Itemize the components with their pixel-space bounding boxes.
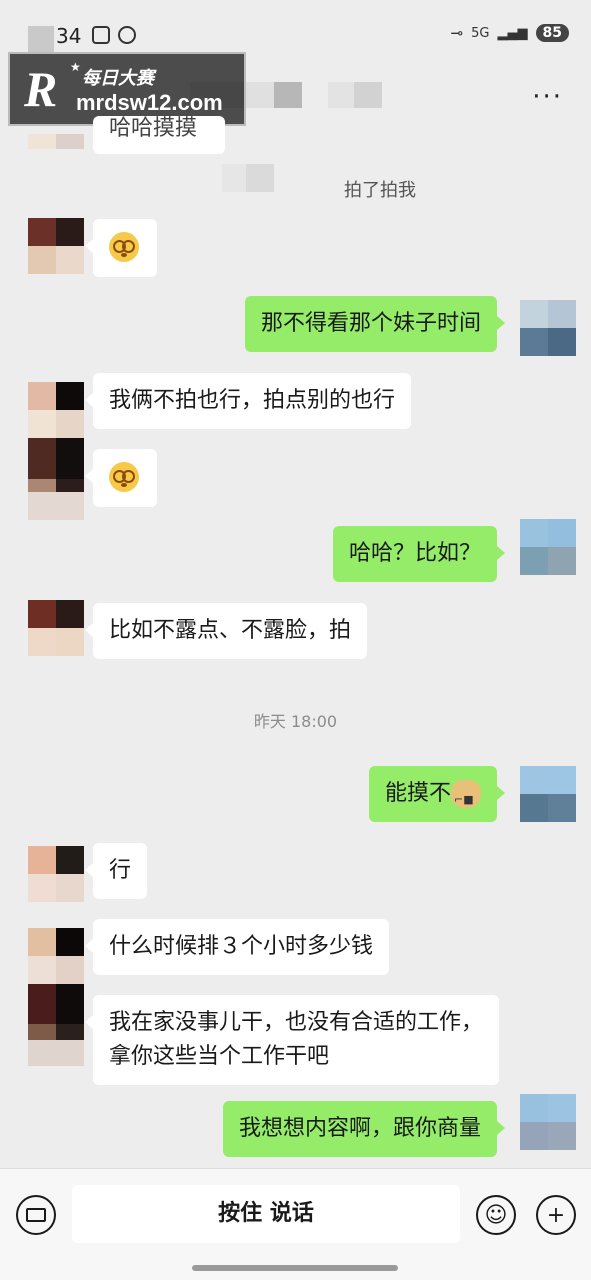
message-text: 能摸不 <box>384 781 451 806</box>
avatar[interactable] <box>28 134 84 164</box>
message-text: 我在家没事儿干，也没有合适的工作，拿你这些当个工作干吧 <box>109 1010 484 1069</box>
message-bubble[interactable]: 哈哈？比如？ <box>332 526 506 582</box>
my-avatar[interactable] <box>520 519 576 575</box>
message-bubble[interactable]: 我俩不拍也行，拍点别的也行 <box>84 373 412 429</box>
system-pat-message: 拍了拍我 <box>344 180 416 201</box>
battery-indicator: 85 <box>535 24 569 42</box>
message-bubble[interactable]: 我想想内容啊，跟你商量 <box>222 1101 506 1157</box>
avatar-blur <box>28 26 54 52</box>
doge-icon <box>451 780 481 817</box>
avatar[interactable] <box>28 600 84 656</box>
emoji-button[interactable]: ☺ <box>476 1195 516 1235</box>
message-bubble[interactable]: 能摸不 <box>368 766 506 822</box>
pat-sender-blur <box>222 164 246 192</box>
home-indicator <box>192 1265 398 1271</box>
message-text: 我俩不拍也行，拍点别的也行 <box>109 388 396 413</box>
my-avatar[interactable] <box>520 766 576 822</box>
plus-icon: + <box>546 1202 566 1228</box>
network-label: 5G <box>471 25 490 41</box>
more-options-button[interactable]: ··· <box>532 82 563 112</box>
message-bubble[interactable] <box>85 219 157 277</box>
hold-to-talk-button[interactable]: 按住 说话 <box>72 1185 460 1243</box>
smiley-icon: ☺ <box>484 1202 508 1228</box>
avatar[interactable] <box>28 218 84 274</box>
more-functions-button[interactable]: + <box>536 1195 576 1235</box>
message-bubble[interactable]: 那不得看那个妹子时间 <box>244 296 506 352</box>
message-bubble[interactable]: 什么时候排３个小时多少钱 <box>84 919 390 975</box>
contact-name-blur <box>328 82 354 108</box>
dizzy-face-icon <box>109 462 139 492</box>
message-bubble[interactable] <box>85 449 157 507</box>
star-icon: ★ <box>70 60 81 74</box>
message-text: 我想想内容啊，跟你商量 <box>238 1116 481 1141</box>
message-text: 比如不露点、不露脸，拍 <box>109 618 352 643</box>
input-bar: 按住 说话 ☺ + <box>0 1168 591 1280</box>
message-bubble[interactable]: 行 <box>84 843 148 899</box>
avatar[interactable] <box>28 928 84 984</box>
status-right: ⊸ 5G ▂▄▆ 85 <box>451 24 569 42</box>
key-icon: ⊸ <box>450 24 464 42</box>
avatar[interactable] <box>28 382 84 438</box>
avatar-blur <box>28 492 84 520</box>
avatar-blur <box>28 1040 84 1066</box>
signal-icon: ▂▄▆ <box>497 25 528 41</box>
contact-name-blur <box>354 82 382 108</box>
status-time: 34 <box>56 24 82 48</box>
watermark-logo: R ★ 每日大赛 mrdsw12.com <box>8 52 246 126</box>
message-text: 什么时候排３个小时多少钱 <box>109 934 374 959</box>
my-avatar[interactable] <box>520 1094 576 1150</box>
watermark-letter: R <box>24 61 58 117</box>
contact-name-blur <box>274 82 302 108</box>
pat-sender-blur <box>246 164 274 192</box>
message-bubble[interactable]: 哈哈摸摸 <box>93 116 225 154</box>
my-avatar[interactable] <box>520 300 576 356</box>
timestamp: 昨天 18:00 <box>253 712 338 731</box>
message-text: 行 <box>109 858 132 883</box>
message-bubble[interactable]: 比如不露点、不露脸，拍 <box>84 603 368 659</box>
keyboard-icon <box>26 1208 46 1222</box>
message-text: 哈哈摸摸 <box>109 116 198 141</box>
dizzy-face-icon <box>109 232 139 262</box>
message-text: 那不得看那个妹子时间 <box>260 311 481 336</box>
screenshot-icon <box>92 26 110 44</box>
message-bubble[interactable]: 我在家没事儿干，也没有合适的工作，拿你这些当个工作干吧 <box>85 995 499 1085</box>
message-text: 哈哈？比如？ <box>348 541 481 566</box>
keyboard-toggle-button[interactable] <box>16 1195 56 1235</box>
watermark-url: mrdsw12.com <box>76 90 223 115</box>
notification-icon <box>118 26 136 44</box>
contact-name-blur <box>244 82 274 108</box>
watermark-brand: 每日大赛 <box>82 68 154 89</box>
avatar[interactable] <box>28 846 84 902</box>
